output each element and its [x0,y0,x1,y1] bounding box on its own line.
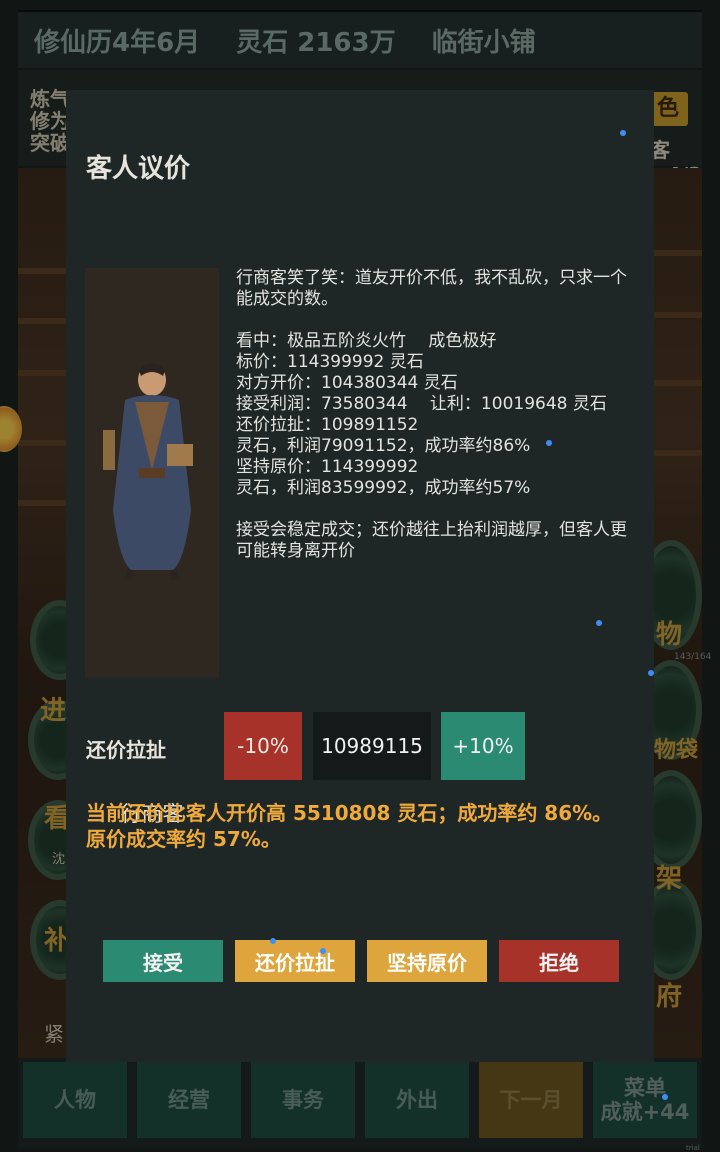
accept-profit: 接受利润：73580344 让利：10019648 灵石 [236,394,607,414]
touch-marker [662,1094,668,1100]
item-line: 看中：极品五阶炎火竹 成色极好 [236,331,497,351]
offer-price: 对方开价：104380344 灵石 [236,373,458,393]
advice-text: 接受会稳定成交；还价越往上抬利润越厚，但客人更可能转身离开价 [236,520,627,561]
decrease-10-button[interactable]: -10% [224,712,302,780]
hold-price-button[interactable]: 坚持原价 [367,940,487,982]
counter-price: 还价拉扯：109891152 [236,415,419,435]
touch-marker [546,440,552,446]
reject-button[interactable]: 拒绝 [499,940,619,982]
customer-portrait: 行商客 [85,268,219,826]
hold-price: 坚持原价：114399992 [236,457,419,477]
dialog-intro: 行商客笑了笑：道友开价不低，我不乱砍，只求一个能成交的数。 [236,268,627,309]
game-screen: { "topbar": { "date": "修仙历4年6月", "stones… [0,0,720,1152]
touch-marker [648,670,654,676]
counter-detail: 灵石，利润79091152，成功率约86% [236,436,531,456]
touch-marker [596,620,602,626]
counter-value-field[interactable]: 10989115 [313,712,431,780]
accept-button[interactable]: 接受 [103,940,223,982]
action-buttons: 接受 还价拉扯 坚持原价 拒绝 [103,940,619,982]
negotiation-text: 行商客笑了笑：道友开价不低，我不乱砍，只求一个能成交的数。 看中：极品五阶炎火竹… [236,268,640,583]
price-details: 看中：极品五阶炎火竹 成色极好 标价：114399992 灵石 对方开价：104… [236,331,640,499]
touch-marker [320,948,326,954]
bargain-dialog: 客人议价 行商客 行商客笑了笑：道友开价不低，我不乱砍，只求一个能成交的数。 看… [66,90,654,1062]
merchant-portrait-icon [103,363,193,580]
summary-text: 当前还价比客人开价高 5510808 灵石；成功率约 86%。原价成交率约 57… [86,801,613,851]
counter-control-label: 还价拉扯 [86,738,166,762]
increase-10-button[interactable]: +10% [441,712,525,780]
list-price: 标价：114399992 灵石 [236,352,424,372]
touch-marker [270,938,276,944]
dialog-title: 客人议价 [86,154,191,184]
hold-detail: 灵石，利润83599992，成功率约57% [236,478,531,498]
touch-marker [620,130,626,136]
counter-offer-button[interactable]: 还价拉扯 [235,940,355,982]
